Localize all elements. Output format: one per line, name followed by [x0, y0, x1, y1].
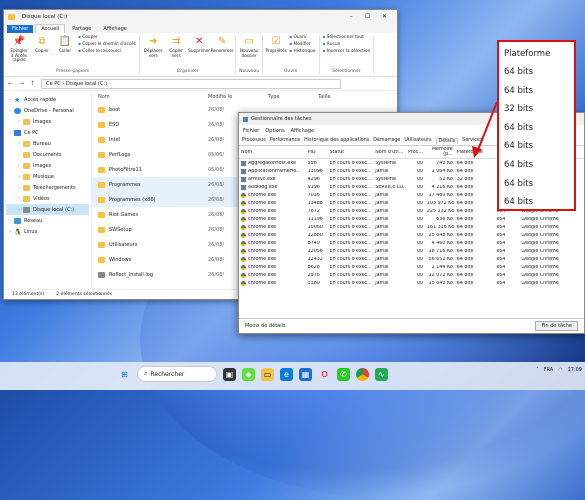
clock[interactable]: 17:09: [568, 367, 582, 373]
language-indicator[interactable]: FRA: [544, 367, 554, 373]
widgets-icon[interactable]: ◈: [242, 367, 255, 381]
chrome-icon[interactable]: [356, 367, 369, 381]
callout-value: 64 bits: [504, 159, 534, 170]
taskbar-search[interactable]: ⌕ Rechercher: [137, 366, 217, 382]
start-icon[interactable]: ⊞: [118, 368, 131, 381]
platform-callout: Plateforme 64 bits 64 bits 32 bits 64 bits 6…: [497, 40, 576, 211]
callout-value: 32 bits: [504, 104, 534, 115]
wifi-icon[interactable]: ◠: [558, 367, 562, 373]
callout-value: 64 bits: [504, 122, 534, 133]
explorer-taskbar-icon[interactable]: ▭: [261, 367, 274, 381]
callout-value: 64 bits: [504, 85, 534, 96]
search-icon: ⌕: [144, 370, 148, 377]
search-label: Rechercher: [150, 370, 185, 378]
callout-header: Plateforme: [504, 49, 551, 59]
callout-value: 64 bits: [504, 67, 534, 77]
callout-value: 64 bits: [504, 178, 534, 189]
taskbar: ⊞ ⌕ Rechercher ▣ ◈ ▭ e ▦ O ✆ ∿ ˄ FRA ◠ 17…: [0, 362, 585, 390]
callout-value: 64 bits: [504, 141, 534, 152]
callout-value: 64 bits: [504, 197, 534, 208]
task-view-icon[interactable]: ▣: [223, 367, 236, 381]
tray-chevron-icon[interactable]: ˄: [536, 367, 539, 373]
edge-icon[interactable]: e: [280, 367, 293, 381]
task-manager-taskbar-icon[interactable]: ∿: [375, 367, 388, 381]
store-icon[interactable]: ▦: [299, 367, 312, 381]
whatsapp-icon[interactable]: ✆: [337, 367, 350, 381]
opera-icon[interactable]: O: [318, 368, 331, 381]
